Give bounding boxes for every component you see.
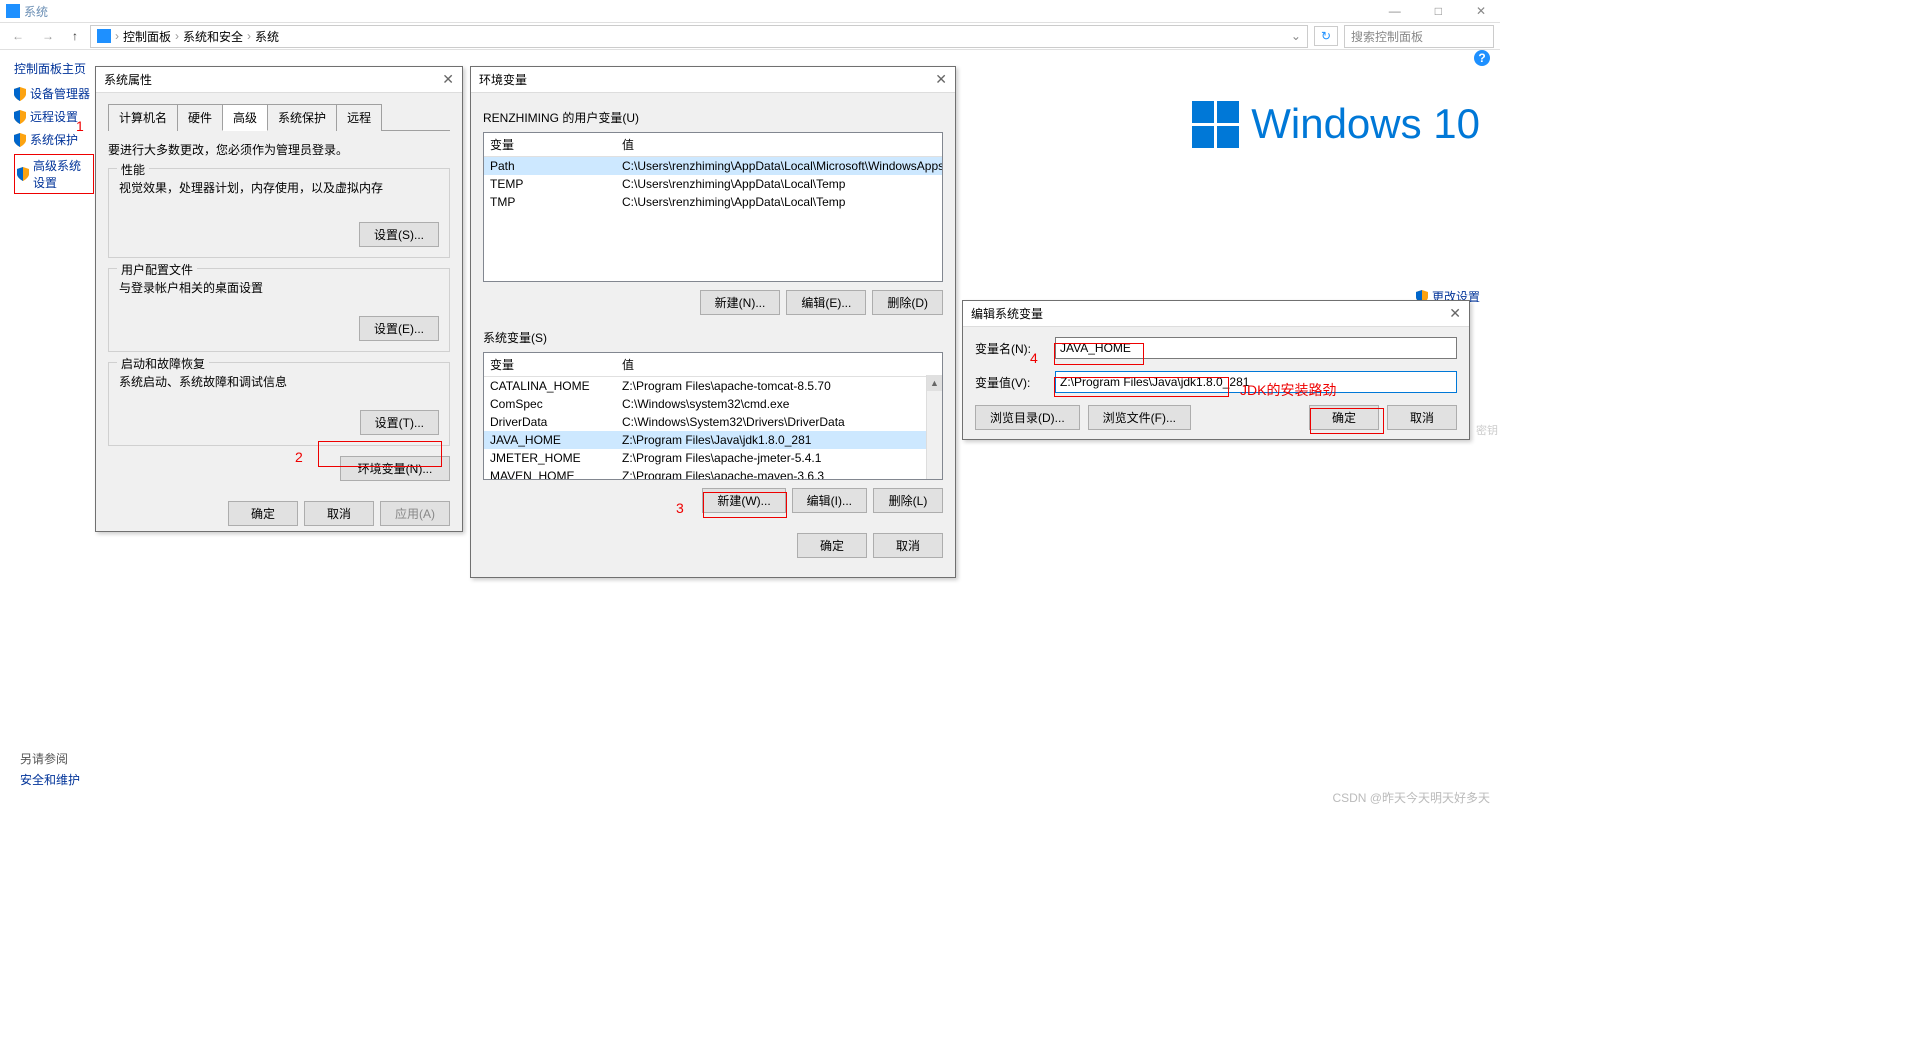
dialog-title: 环境变量 bbox=[479, 71, 527, 88]
watermark: CSDN @昨天今天明天好多天 bbox=[1332, 789, 1490, 806]
close-icon[interactable]: ✕ bbox=[442, 71, 454, 88]
annotation-3: 3 bbox=[676, 500, 684, 516]
table-row[interactable]: CATALINA_HOMEZ:\Program Files\apache-tom… bbox=[484, 377, 942, 395]
crumb-control-panel[interactable]: 控制面板 bbox=[123, 28, 171, 45]
table-row[interactable]: TMPC:\Users\renzhiming\AppData\Local\Tem… bbox=[484, 193, 942, 211]
system-variables-list[interactable]: 变量值 CATALINA_HOMEZ:\Program Files\apache… bbox=[483, 352, 943, 480]
table-row[interactable]: DriverDataC:\Windows\System32\Drivers\Dr… bbox=[484, 413, 942, 431]
shield-icon bbox=[14, 87, 26, 101]
user-variables-list[interactable]: 变量值 PathC:\Users\renzhiming\AppData\Loca… bbox=[483, 132, 943, 282]
annotation-jdk-hint: JDK的安装路劲 bbox=[1240, 380, 1336, 400]
minimize-button[interactable]: — bbox=[1381, 4, 1409, 18]
table-row[interactable]: MAVEN_HOMEZ:\Program Files\apache-maven-… bbox=[484, 467, 942, 480]
computer-icon bbox=[97, 29, 111, 43]
tabs: 计算机名 硬件 高级 系统保护 远程 bbox=[108, 103, 450, 131]
admin-note: 要进行大多数更改，您必须作为管理员登录。 bbox=[108, 141, 450, 158]
apply-button[interactable]: 应用(A) bbox=[380, 501, 450, 526]
tab-computer-name[interactable]: 计算机名 bbox=[108, 104, 178, 131]
window-title: 系统 bbox=[24, 3, 48, 20]
breadcrumb-dropdown[interactable]: ⌄ bbox=[1291, 29, 1301, 43]
annotation-4: 4 bbox=[1030, 350, 1038, 366]
refresh-button[interactable]: ↻ bbox=[1314, 26, 1338, 46]
window-titlebar: 系统 — □ ✕ bbox=[0, 0, 1500, 22]
sys-vars-label: 系统变量(S) bbox=[483, 329, 943, 346]
search-input[interactable]: 搜索控制面板 bbox=[1344, 25, 1494, 48]
performance-settings-button[interactable]: 设置(S)... bbox=[359, 222, 439, 247]
side-label: 密钥 bbox=[1476, 422, 1498, 438]
variable-name-input[interactable] bbox=[1055, 337, 1457, 359]
dialog-title: 编辑系统变量 bbox=[971, 305, 1043, 322]
crumb-system-security[interactable]: 系统和安全 bbox=[183, 28, 243, 45]
dialog-title: 系统属性 bbox=[104, 71, 152, 88]
system-properties-dialog: 系统属性 ✕ 计算机名 硬件 高级 系统保护 远程 要进行大多数更改，您必须作为… bbox=[95, 66, 463, 532]
table-row[interactable]: ComSpecC:\Windows\system32\cmd.exe bbox=[484, 395, 942, 413]
performance-group: 性能 视觉效果，处理器计划，内存使用，以及虚拟内存 设置(S)... bbox=[108, 168, 450, 258]
windows-brand: Windows 10 bbox=[1192, 100, 1480, 148]
window-controls: — □ ✕ bbox=[1381, 4, 1494, 18]
close-button[interactable]: ✕ bbox=[1468, 4, 1494, 18]
browse-directory-button[interactable]: 浏览目录(D)... bbox=[975, 405, 1080, 430]
crumb-system[interactable]: 系统 bbox=[255, 28, 279, 45]
cancel-button[interactable]: 取消 bbox=[304, 501, 374, 526]
browse-file-button[interactable]: 浏览文件(F)... bbox=[1088, 405, 1191, 430]
sidebar-item-advanced-system-settings[interactable]: 高级系统设置 bbox=[14, 154, 94, 194]
shield-icon bbox=[17, 167, 29, 181]
startup-settings-button[interactable]: 设置(T)... bbox=[360, 410, 439, 435]
table-row[interactable]: TEMPC:\Users\renzhiming\AppData\Local\Te… bbox=[484, 175, 942, 193]
user-vars-label: RENZHIMING 的用户变量(U) bbox=[483, 109, 943, 126]
user-delete-button[interactable]: 删除(D) bbox=[872, 290, 943, 315]
system-icon bbox=[6, 4, 20, 18]
windows-logo-icon bbox=[1192, 101, 1239, 148]
annotation-2: 2 bbox=[295, 449, 303, 465]
close-icon[interactable]: ✕ bbox=[1449, 305, 1461, 322]
sidebar-item-device-manager[interactable]: 设备管理器 bbox=[14, 85, 94, 102]
up-button[interactable]: ↑ bbox=[66, 29, 84, 43]
address-bar: ← → ↑ › 控制面板 › 系统和安全 › 系统 ⌄ ↻ 搜索控制面板 bbox=[0, 22, 1500, 50]
forward-button[interactable]: → bbox=[36, 29, 60, 43]
system-edit-button[interactable]: 编辑(I)... bbox=[792, 488, 867, 513]
table-row[interactable]: JAVA_HOMEZ:\Program Files\Java\jdk1.8.0_… bbox=[484, 431, 942, 449]
ok-button[interactable]: 确定 bbox=[797, 533, 867, 558]
annotation-1: 1 bbox=[76, 118, 84, 134]
back-button[interactable]: ← bbox=[6, 29, 30, 43]
see-also-label: 另请参阅 bbox=[20, 750, 80, 767]
tab-remote[interactable]: 远程 bbox=[336, 104, 382, 131]
tab-system-protection[interactable]: 系统保护 bbox=[267, 104, 337, 131]
environment-variables-dialog: 环境变量 ✕ RENZHIMING 的用户变量(U) 变量值 PathC:\Us… bbox=[470, 66, 956, 578]
user-new-button[interactable]: 新建(N)... bbox=[700, 290, 781, 315]
cancel-button[interactable]: 取消 bbox=[1387, 405, 1457, 430]
ok-button[interactable]: 确定 bbox=[228, 501, 298, 526]
close-icon[interactable]: ✕ bbox=[935, 71, 947, 88]
table-row[interactable]: JMETER_HOMEZ:\Program Files\apache-jmete… bbox=[484, 449, 942, 467]
user-profile-settings-button[interactable]: 设置(E)... bbox=[359, 316, 439, 341]
shield-icon bbox=[14, 133, 26, 147]
system-delete-button[interactable]: 删除(L) bbox=[873, 488, 943, 513]
help-icon[interactable]: ? bbox=[1474, 50, 1490, 66]
user-profile-group: 用户配置文件 与登录帐户相关的桌面设置 设置(E)... bbox=[108, 268, 450, 352]
user-edit-button[interactable]: 编辑(E)... bbox=[786, 290, 866, 315]
breadcrumb[interactable]: › 控制面板 › 系统和安全 › 系统 ⌄ bbox=[90, 25, 1308, 48]
tab-hardware[interactable]: 硬件 bbox=[177, 104, 223, 131]
scrollbar[interactable]: ▲ bbox=[926, 375, 942, 479]
maximize-button[interactable]: □ bbox=[1427, 4, 1450, 18]
startup-recovery-group: 启动和故障恢复 系统启动、系统故障和调试信息 设置(T)... bbox=[108, 362, 450, 446]
bottom-links: 另请参阅 安全和维护 bbox=[20, 750, 80, 792]
environment-variables-button[interactable]: 环境变量(N)... bbox=[340, 456, 450, 481]
security-maintenance-link[interactable]: 安全和维护 bbox=[20, 771, 80, 788]
table-row[interactable]: PathC:\Users\renzhiming\AppData\Local\Mi… bbox=[484, 157, 942, 175]
edit-system-variable-dialog: 编辑系统变量 ✕ 变量名(N): 变量值(V): 浏览目录(D)... 浏览文件… bbox=[962, 300, 1470, 440]
variable-value-label: 变量值(V): bbox=[975, 374, 1045, 391]
cancel-button[interactable]: 取消 bbox=[873, 533, 943, 558]
ok-button[interactable]: 确定 bbox=[1309, 405, 1379, 430]
system-new-button[interactable]: 新建(W)... bbox=[702, 488, 785, 513]
sidebar-header: 控制面板主页 bbox=[14, 60, 94, 77]
shield-icon bbox=[14, 110, 26, 124]
tab-advanced[interactable]: 高级 bbox=[222, 104, 268, 131]
